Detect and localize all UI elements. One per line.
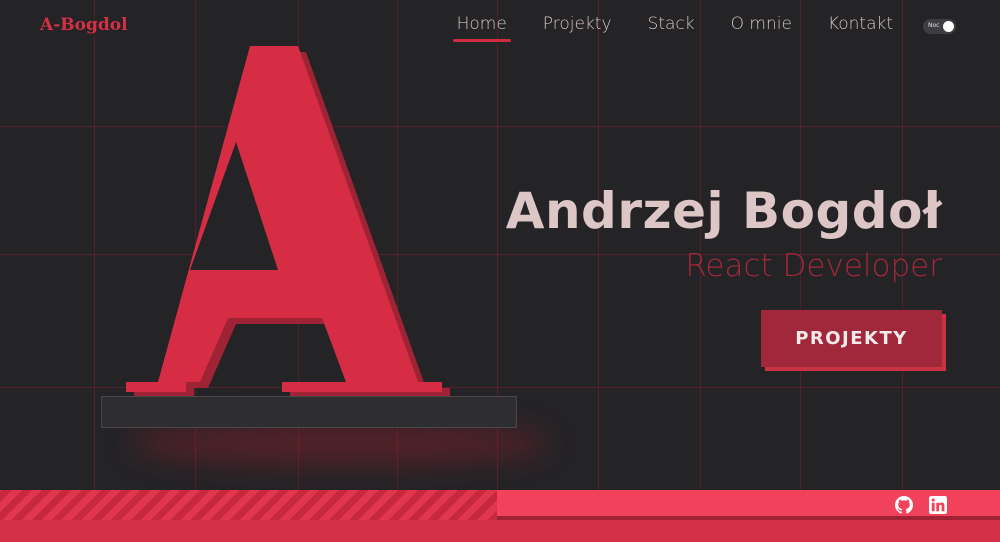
hero-role: React Developer xyxy=(685,248,942,284)
projects-button[interactable]: PROJEKTY xyxy=(761,310,942,367)
nav-o-mnie[interactable]: O mnie xyxy=(731,14,792,40)
footer-bottom xyxy=(0,520,1000,542)
github-icon[interactable] xyxy=(895,496,913,514)
linkedin-icon[interactable] xyxy=(929,496,947,514)
theme-toggle-label: Noc xyxy=(928,22,940,29)
nav-projekty[interactable]: Projekty xyxy=(543,14,612,40)
theme-toggle[interactable]: Noc xyxy=(923,19,956,34)
hero-name: Andrzej Bogdoł xyxy=(505,182,942,240)
big-letter-a xyxy=(102,30,522,400)
theme-toggle-knob xyxy=(943,21,954,32)
main-nav: Home Projekty Stack O mnie Kontakt xyxy=(452,14,893,42)
footer-stripes xyxy=(0,490,497,520)
nav-stack[interactable]: Stack xyxy=(648,14,695,40)
nav-kontakt[interactable]: Kontakt xyxy=(828,14,893,40)
letter-base-plate xyxy=(101,396,517,428)
